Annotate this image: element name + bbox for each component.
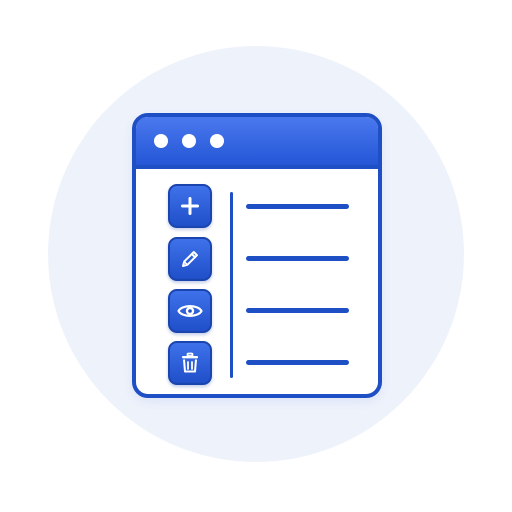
eye-icon (177, 305, 203, 317)
view-button[interactable] (168, 289, 212, 333)
list-item[interactable] (246, 360, 349, 365)
trash-icon (182, 352, 198, 373)
illustration (0, 0, 512, 512)
list-item[interactable] (246, 308, 349, 313)
window-control-dot[interactable] (182, 134, 196, 148)
app-window (132, 113, 382, 398)
plus-icon (181, 197, 199, 215)
list-item[interactable] (246, 204, 349, 209)
window-titlebar (136, 117, 378, 169)
window-control-dot[interactable] (154, 134, 168, 148)
edit-button[interactable] (168, 237, 212, 281)
pencil-icon (182, 251, 198, 267)
content-divider (230, 192, 233, 378)
window-control-dot[interactable] (210, 134, 224, 148)
list-item[interactable] (246, 256, 349, 261)
add-button[interactable] (168, 184, 212, 228)
delete-button[interactable] (168, 341, 212, 385)
